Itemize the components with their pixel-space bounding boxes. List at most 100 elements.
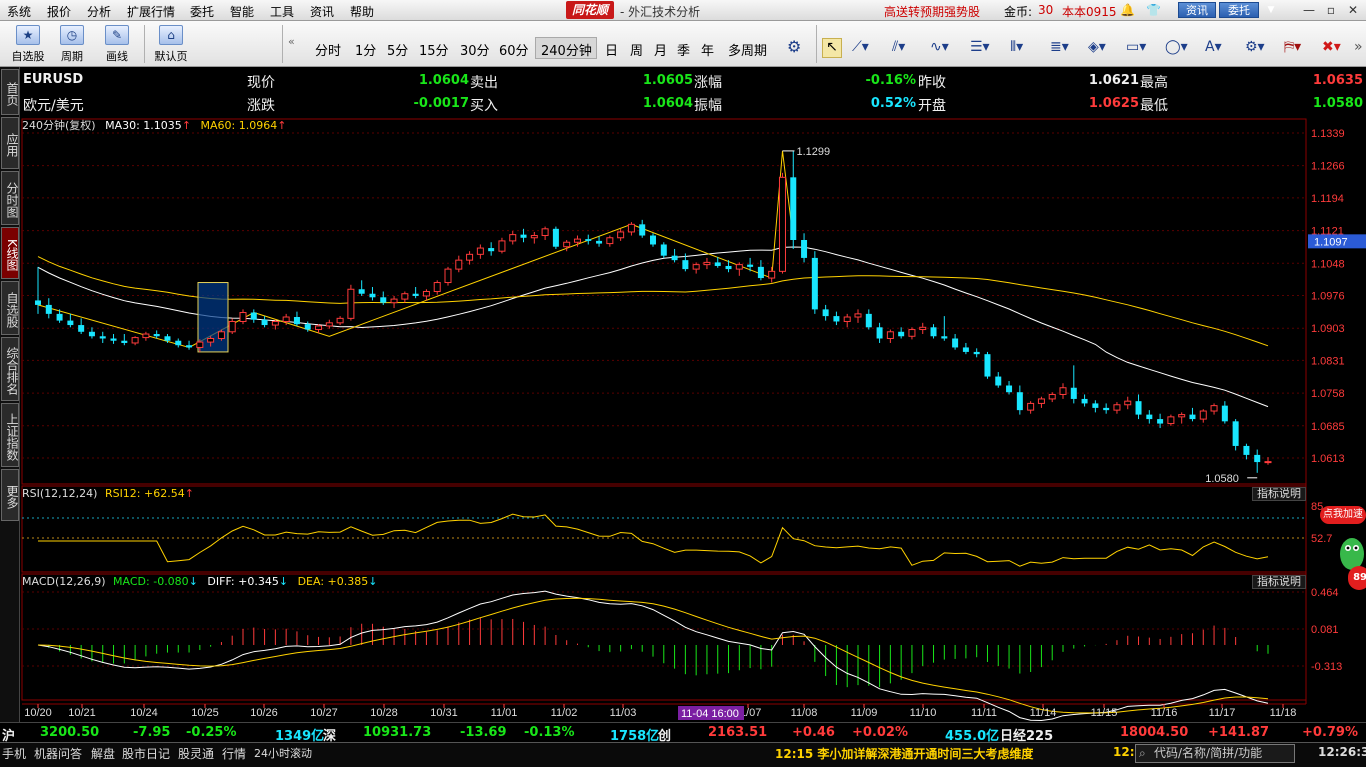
candle-body: [1113, 404, 1121, 411]
candle-body: [1059, 387, 1067, 395]
candle-body: [1016, 392, 1023, 411]
tab-diary[interactable]: 股市日记: [122, 745, 170, 762]
clock: 12:26:37: [1318, 745, 1366, 759]
candle-body: [67, 320, 74, 326]
panel-frame: [21, 485, 1307, 573]
candle-body: [1264, 461, 1272, 464]
macd-legend: MACD(12,26,9) MACD: -0.080↓ DIFF: +0.345…: [22, 575, 377, 588]
time-tick-label: 10/26: [250, 707, 278, 719]
candle-body: [228, 320, 236, 333]
candle-body: [304, 324, 311, 330]
price-tick-label: 1.0903: [1311, 323, 1345, 335]
candle-body: [1178, 414, 1186, 418]
macd-diff: DIFF: +0.345: [207, 575, 279, 588]
candle-body: [1189, 414, 1196, 420]
macd-help-button[interactable]: 指标说明: [1252, 575, 1306, 589]
app-window: 系统 报价 分析 扩展行情 委托 智能 工具 资讯 帮助 同花顺 - 外汇技术分…: [0, 0, 1366, 767]
candle-body: [488, 248, 495, 252]
candle-body: [768, 270, 776, 279]
candle-body: [293, 317, 300, 325]
time-tick-label: 10/21: [68, 707, 96, 719]
candle-body: [660, 244, 667, 256]
sh-index: 3200.50: [40, 725, 100, 740]
arrow-down-icon: ↓: [278, 575, 289, 588]
candle-body: [390, 298, 398, 304]
tab-stock-link[interactable]: 股灵通: [178, 745, 214, 762]
candle-body: [509, 234, 517, 242]
index-status-bar: 沪 3200.50 -7.95 -0.25% 1349亿 深 10931.73 …: [0, 722, 1366, 744]
time-tick-label: 10/20: [24, 707, 52, 719]
tab-market[interactable]: 行情: [222, 745, 246, 762]
candle-body: [606, 237, 614, 245]
candle-body: [865, 313, 872, 328]
candle-body: [1006, 385, 1013, 393]
candle-body: [1210, 405, 1218, 412]
candle-body: [692, 264, 700, 270]
candle-body: [639, 224, 646, 236]
candle-body: [1157, 419, 1164, 424]
candle-body: [142, 333, 150, 339]
time-tick-label: 11/01: [491, 707, 518, 719]
candle-body: [455, 259, 463, 270]
candle-body: [271, 320, 279, 326]
candle-body: [973, 351, 980, 355]
low-label: 1.0580: [1205, 473, 1239, 485]
speedup-badge[interactable]: 点我加速: [1320, 506, 1366, 524]
time-tick-label: 11/15: [1091, 707, 1118, 719]
search-placeholder: 代码/名称/简拼/功能: [1154, 746, 1263, 760]
candle-body: [358, 289, 365, 294]
candle-body: [941, 336, 948, 339]
sh-change: -7.95: [133, 725, 171, 740]
price-tick-label: 1.0613: [1311, 453, 1345, 465]
legend-period: 240分钟(复权): [22, 119, 96, 132]
candle-body: [801, 240, 808, 258]
candle-body: [833, 316, 840, 322]
candle-body: [995, 376, 1002, 386]
candle-body: [1199, 410, 1207, 420]
candle-body: [930, 327, 937, 337]
candle-body: [261, 319, 268, 326]
candle-body: [412, 293, 419, 296]
candle-body: [422, 290, 430, 297]
candle-body: [207, 337, 215, 343]
tab-analysis[interactable]: 解盘: [91, 745, 115, 762]
nikkei-pct: +0.79%: [1302, 725, 1358, 740]
candle-body: [682, 260, 689, 270]
candle-body: [239, 312, 247, 322]
candle-body: [325, 322, 333, 327]
candle-body: [919, 326, 927, 331]
macd-panel: [22, 590, 1306, 722]
tab-24h-news[interactable]: 24小时滚动: [254, 745, 312, 761]
candle-body: [714, 262, 721, 266]
code-search-input[interactable]: ⌕ 代码/名称/简拼/功能: [1135, 744, 1295, 763]
cy-change: +0.46: [792, 725, 835, 740]
rsi-help-button[interactable]: 指标说明: [1252, 487, 1306, 501]
chart-grid: [21, 118, 1307, 705]
candle-body: [380, 297, 387, 303]
candle-body: [596, 240, 603, 244]
candle-body: [1037, 398, 1045, 404]
candle-body: [131, 337, 139, 344]
candle-body: [1070, 387, 1077, 399]
candle-body: [876, 327, 883, 339]
tab-mobile[interactable]: 手机: [2, 745, 26, 762]
time-tick-label: 11/11: [971, 707, 997, 719]
candle-body: [45, 304, 52, 314]
macd-name: MACD(12,26,9): [22, 575, 106, 588]
zigzag-line: [37, 150, 794, 349]
price-tick-label: 1.0831: [1311, 355, 1345, 367]
candle-body: [78, 325, 85, 332]
tab-robot-qa[interactable]: 机器问答: [34, 745, 82, 762]
price-tick-label: 1.0685: [1311, 421, 1345, 433]
kline-chart[interactable]: 1.13391.12661.11941.11211.10481.09761.09…: [0, 0, 1366, 722]
nikkei-index: 18004.50: [1120, 725, 1189, 740]
candle-body: [1146, 414, 1153, 420]
time-tick-label: 11/03: [610, 707, 637, 719]
time-tick-label: 11/09: [851, 707, 878, 719]
candle-body: [747, 264, 754, 267]
rsi-tick-label: 52.7: [1311, 533, 1332, 545]
price-tick-label: 1.1048: [1311, 258, 1345, 270]
time-tick-label: 10/31: [430, 707, 458, 719]
news-ticker[interactable]: 12:15 李小加详解深港通开通时间三大考虑维度: [775, 745, 1033, 762]
candle-body: [175, 340, 182, 346]
